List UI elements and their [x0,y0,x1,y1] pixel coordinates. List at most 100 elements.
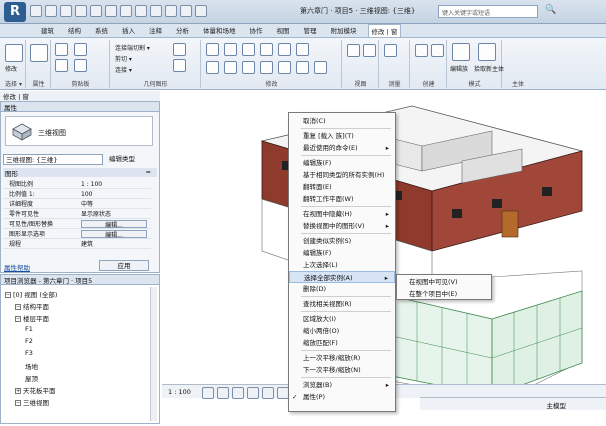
override-view-icon[interactable] [363,44,376,57]
property-value[interactable]: 编辑... [81,220,147,229]
tree-node[interactable]: 场地 [25,361,38,371]
ribbon-tab-10[interactable]: 附加模块 [328,24,360,37]
tree-node[interactable]: − 三维视图 [15,397,49,407]
door-shape[interactable] [501,210,519,238]
ribbon-tab-9[interactable]: 管理 [301,24,320,37]
modify-arrow-icon[interactable] [5,44,23,62]
property-value[interactable]: 100 [81,190,147,198]
thin-lines-icon[interactable] [180,5,192,17]
context-menu-item[interactable]: 翻转面(E) [289,181,395,193]
create-assembly-icon[interactable] [415,44,428,57]
edit-family-icon[interactable] [452,43,470,61]
join-label[interactable]: 连接 ▾ [115,65,132,74]
context-menu-item[interactable]: 替换视图中的图形(V) ▸ [289,220,395,232]
ribbon-tab-8[interactable]: 视图 [274,24,293,37]
property-value[interactable]: 1 : 100 [81,180,147,188]
browser-scrollbar[interactable] [150,287,157,421]
mirror-icon[interactable] [242,43,255,56]
ribbon-tab-2[interactable]: 系统 [92,24,111,37]
edit-type-button[interactable]: 编辑类型 [109,154,135,165]
measure-icon[interactable] [105,5,117,17]
ribbon-tab-3[interactable]: 插入 [119,24,138,37]
close-hidden-icon[interactable] [195,5,207,17]
binoculars-icon[interactable]: 🔍 [545,5,556,15]
submenu-in-entire-project[interactable]: 在整个项目中(E) [397,288,503,300]
submenu-visible-in-view[interactable]: 在视图中可见(V) [397,276,503,288]
paint-icon[interactable] [173,59,186,72]
visual-style-icon[interactable] [217,387,229,399]
cut-icon[interactable] [74,43,87,56]
tree-toggle-icon[interactable]: − [15,316,21,322]
crop-view-icon[interactable] [262,387,274,399]
ribbon-tab-11[interactable]: 修改 | 窗 [367,24,402,37]
property-value[interactable]: 编辑... [81,230,147,239]
redo-icon[interactable] [75,5,87,17]
text-icon[interactable] [135,5,147,17]
search-input[interactable]: 键入关键字或短语 [438,5,538,18]
graphics-section-header[interactable]: 图形 ≈ [3,168,157,178]
apply-button[interactable]: 应用 [99,260,149,271]
ribbon-tab-7[interactable]: 协作 [247,24,266,37]
array-icon[interactable] [260,61,273,74]
split-icon[interactable] [278,43,291,56]
tree-toggle-icon[interactable]: + [15,388,21,394]
detail-level-icon[interactable] [202,387,214,399]
dimension-icon[interactable] [120,5,132,17]
context-menu-item[interactable]: 区域放大(I) [289,313,395,325]
tree-node[interactable]: 屋顶 [25,373,38,383]
property-value[interactable]: 显示原状态 [81,210,147,218]
default-3d-icon[interactable] [150,5,162,17]
copy-icon[interactable] [55,59,68,72]
context-menu-item[interactable]: 编辑族(F) [289,157,395,169]
context-menu-item[interactable]: ✓ 属性(P) [289,391,395,403]
tree-node[interactable]: − [0] 视图 (全部) [5,289,57,299]
tree-node[interactable]: F3 [25,349,33,357]
context-menu-item[interactable]: 选择全部实例(A) ▸ [289,271,395,283]
section-icon[interactable] [165,5,177,17]
pin-icon[interactable] [296,61,309,74]
create-group-icon[interactable] [431,44,444,57]
view-dropdown[interactable]: 三维视图: {三维} [3,154,103,165]
property-value[interactable]: 中等 [81,200,147,208]
wall-join-icon[interactable] [173,43,186,56]
measure-tool-icon[interactable] [384,44,397,57]
context-menu-item[interactable]: 缩放匹配(F) [289,337,395,349]
type-selector[interactable]: 三维视图 [5,116,153,146]
trim-icon[interactable] [296,43,309,56]
hide-view-icon[interactable] [347,44,360,57]
context-menu-item[interactable]: 基于相同类型的所有实例(H) [289,169,395,181]
mirror-draw-icon[interactable] [260,43,273,56]
match-props-icon[interactable] [74,59,87,72]
context-menu-item[interactable]: 下一次平移/缩放(N) [289,364,395,376]
offset-icon[interactable] [224,43,237,56]
copy-element-icon[interactable] [224,61,237,74]
context-menu-item[interactable]: 翻转工作平面(W) [289,193,395,205]
open-icon[interactable] [30,5,42,17]
tree-toggle-icon[interactable]: − [5,292,11,298]
shadows-icon[interactable] [247,387,259,399]
context-menu-item[interactable]: 创建类似实例(S) [289,235,395,247]
context-menu-item[interactable]: 在视图中隐藏(H) ▸ [289,208,395,220]
tree-node[interactable]: + 天花板平面 [15,385,56,395]
ribbon-tab-0[interactable]: 建筑 [38,24,57,37]
tree-node[interactable]: F2 [25,337,33,345]
cut-label[interactable]: 剪切 ▾ [115,54,132,63]
context-menu-item[interactable]: 上一次平移/缩放(R) [289,352,395,364]
section-collapse-icon[interactable]: ≈ [146,168,151,176]
tree-toggle-icon[interactable]: − [15,304,21,310]
view-scale[interactable]: 1 : 100 [168,388,191,396]
ribbon-tab-5[interactable]: 分析 [173,24,192,37]
scale-icon[interactable] [278,61,291,74]
join-cut-label[interactable]: 连接端切割 ▾ [115,43,150,52]
ribbon-tab-6[interactable]: 体量和场地 [200,24,239,37]
active-workset[interactable]: 主模型 [547,400,567,410]
print-icon[interactable] [90,5,102,17]
tree-node[interactable]: − 结构平面 [15,301,49,311]
property-value[interactable]: 建筑 [81,240,147,248]
app-logo[interactable]: R [4,2,26,22]
context-menu-item[interactable]: 取消(C) [289,115,395,127]
tree-node[interactable]: − 楼层平面 [15,313,49,323]
context-menu-item[interactable]: 查找相关视图(R) [289,298,395,310]
context-menu-item[interactable]: 编辑族(F) [289,247,395,259]
save-icon[interactable] [45,5,57,17]
